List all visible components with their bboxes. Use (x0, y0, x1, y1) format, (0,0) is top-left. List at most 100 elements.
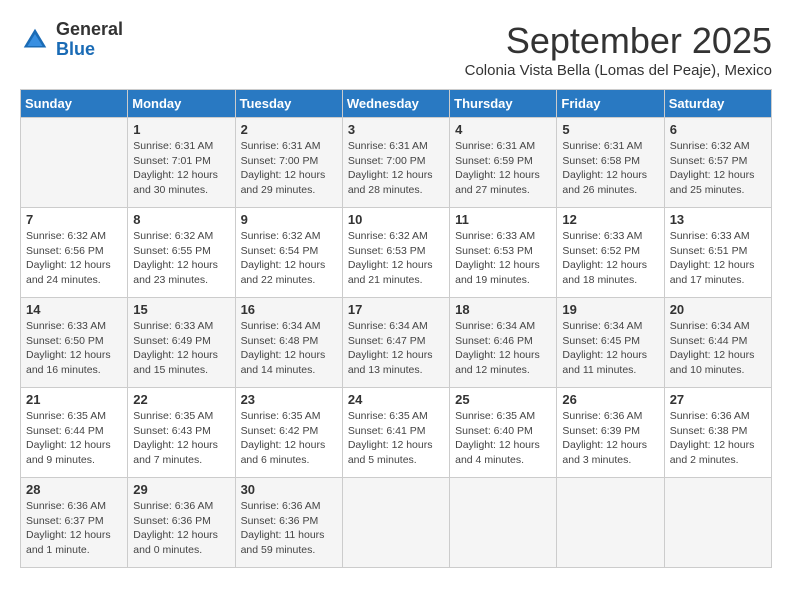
calendar-week-1: 1 Sunrise: 6:31 AM Sunset: 7:01 PM Daylig… (21, 118, 772, 208)
calendar-week-5: 28 Sunrise: 6:36 AM Sunset: 6:37 PM Dayli… (21, 478, 772, 568)
day-number: 7 (26, 212, 122, 227)
day-number: 23 (241, 392, 337, 407)
calendar-cell: 13 Sunrise: 6:33 AM Sunset: 6:51 PM Dayli… (664, 208, 771, 298)
day-info: Sunrise: 6:31 AM Sunset: 6:58 PM Dayligh… (562, 139, 658, 198)
day-info: Sunrise: 6:33 AM Sunset: 6:53 PM Dayligh… (455, 229, 551, 288)
day-info: Sunrise: 6:34 AM Sunset: 6:47 PM Dayligh… (348, 319, 444, 378)
day-number: 12 (562, 212, 658, 227)
day-info: Sunrise: 6:35 AM Sunset: 6:42 PM Dayligh… (241, 409, 337, 468)
day-info: Sunrise: 6:31 AM Sunset: 7:01 PM Dayligh… (133, 139, 229, 198)
day-info: Sunrise: 6:34 AM Sunset: 6:45 PM Dayligh… (562, 319, 658, 378)
day-number: 14 (26, 302, 122, 317)
day-info: Sunrise: 6:35 AM Sunset: 6:44 PM Dayligh… (26, 409, 122, 468)
day-info: Sunrise: 6:33 AM Sunset: 6:51 PM Dayligh… (670, 229, 766, 288)
calendar-cell: 30 Sunrise: 6:36 AM Sunset: 6:36 PM Dayli… (235, 478, 342, 568)
logo-icon (20, 25, 50, 55)
calendar-cell: 12 Sunrise: 6:33 AM Sunset: 6:52 PM Dayli… (557, 208, 664, 298)
calendar-cell: 10 Sunrise: 6:32 AM Sunset: 6:53 PM Dayli… (342, 208, 449, 298)
calendar-cell: 16 Sunrise: 6:34 AM Sunset: 6:48 PM Dayli… (235, 298, 342, 388)
calendar-cell (21, 118, 128, 208)
day-number: 19 (562, 302, 658, 317)
calendar-cell: 22 Sunrise: 6:35 AM Sunset: 6:43 PM Dayli… (128, 388, 235, 478)
day-number: 22 (133, 392, 229, 407)
logo: General Blue (20, 20, 123, 59)
day-number: 3 (348, 122, 444, 137)
day-number: 9 (241, 212, 337, 227)
day-number: 21 (26, 392, 122, 407)
day-info: Sunrise: 6:36 AM Sunset: 6:36 PM Dayligh… (133, 499, 229, 558)
day-number: 16 (241, 302, 337, 317)
calendar-cell (557, 478, 664, 568)
calendar-cell: 18 Sunrise: 6:34 AM Sunset: 6:46 PM Dayli… (450, 298, 557, 388)
day-info: Sunrise: 6:32 AM Sunset: 6:56 PM Dayligh… (26, 229, 122, 288)
calendar-cell: 25Sunrise: 6:35 AM Sunset: 6:40 PM Dayli… (450, 388, 557, 478)
day-info: Sunrise: 6:33 AM Sunset: 6:49 PM Dayligh… (133, 319, 229, 378)
header-day-saturday: Saturday (664, 90, 771, 118)
day-number: 4 (455, 122, 551, 137)
calendar-week-3: 14Sunrise: 6:33 AM Sunset: 6:50 PM Dayli… (21, 298, 772, 388)
day-number: 10 (348, 212, 444, 227)
day-info: Sunrise: 6:35 AM Sunset: 6:43 PM Dayligh… (133, 409, 229, 468)
day-number: 25 (455, 392, 551, 407)
day-number: 5 (562, 122, 658, 137)
day-number: 8 (133, 212, 229, 227)
calendar-cell: 20 Sunrise: 6:34 AM Sunset: 6:44 PM Dayli… (664, 298, 771, 388)
day-info: Sunrise: 6:36 AM Sunset: 6:37 PM Dayligh… (26, 499, 122, 558)
day-number: 18 (455, 302, 551, 317)
day-number: 27 (670, 392, 766, 407)
day-number: 13 (670, 212, 766, 227)
calendar-cell: 28 Sunrise: 6:36 AM Sunset: 6:37 PM Dayli… (21, 478, 128, 568)
day-info: Sunrise: 6:32 AM Sunset: 6:53 PM Dayligh… (348, 229, 444, 288)
calendar-cell: 9 Sunrise: 6:32 AM Sunset: 6:54 PM Daylig… (235, 208, 342, 298)
day-number: 26 (562, 392, 658, 407)
calendar-cell: 8 Sunrise: 6:32 AM Sunset: 6:55 PM Daylig… (128, 208, 235, 298)
day-number: 30 (241, 482, 337, 497)
calendar-cell (450, 478, 557, 568)
month-title: September 2025 (465, 20, 772, 62)
calendar-cell: 19 Sunrise: 6:34 AM Sunset: 6:45 PM Dayli… (557, 298, 664, 388)
calendar-week-4: 21 Sunrise: 6:35 AM Sunset: 6:44 PM Dayli… (21, 388, 772, 478)
calendar-cell: 4Sunrise: 6:31 AM Sunset: 6:59 PM Daylig… (450, 118, 557, 208)
calendar-cell: 3 Sunrise: 6:31 AM Sunset: 7:00 PM Daylig… (342, 118, 449, 208)
calendar-table: SundayMondayTuesdayWednesdayThursdayFrid… (20, 89, 772, 568)
header-day-thursday: Thursday (450, 90, 557, 118)
day-number: 29 (133, 482, 229, 497)
day-info: Sunrise: 6:36 AM Sunset: 6:38 PM Dayligh… (670, 409, 766, 468)
day-info: Sunrise: 6:31 AM Sunset: 7:00 PM Dayligh… (241, 139, 337, 198)
calendar-cell: 24Sunrise: 6:35 AM Sunset: 6:41 PM Dayli… (342, 388, 449, 478)
day-info: Sunrise: 6:31 AM Sunset: 7:00 PM Dayligh… (348, 139, 444, 198)
day-number: 11 (455, 212, 551, 227)
day-number: 1 (133, 122, 229, 137)
calendar-cell: 7 Sunrise: 6:32 AM Sunset: 6:56 PM Daylig… (21, 208, 128, 298)
day-number: 6 (670, 122, 766, 137)
calendar-cell: 17Sunrise: 6:34 AM Sunset: 6:47 PM Dayli… (342, 298, 449, 388)
header-row: SundayMondayTuesdayWednesdayThursdayFrid… (21, 90, 772, 118)
location-title: Colonia Vista Bella (Lomas del Peaje), M… (465, 62, 772, 79)
day-info: Sunrise: 6:34 AM Sunset: 6:46 PM Dayligh… (455, 319, 551, 378)
header-day-tuesday: Tuesday (235, 90, 342, 118)
day-info: Sunrise: 6:33 AM Sunset: 6:52 PM Dayligh… (562, 229, 658, 288)
calendar-cell: 29 Sunrise: 6:36 AM Sunset: 6:36 PM Dayli… (128, 478, 235, 568)
day-info: Sunrise: 6:32 AM Sunset: 6:57 PM Dayligh… (670, 139, 766, 198)
calendar-cell (342, 478, 449, 568)
calendar-cell (664, 478, 771, 568)
day-number: 24 (348, 392, 444, 407)
calendar-cell: 26 Sunrise: 6:36 AM Sunset: 6:39 PM Dayli… (557, 388, 664, 478)
calendar-cell: 5 Sunrise: 6:31 AM Sunset: 6:58 PM Daylig… (557, 118, 664, 208)
day-info: Sunrise: 6:34 AM Sunset: 6:44 PM Dayligh… (670, 319, 766, 378)
calendar-cell: 2Sunrise: 6:31 AM Sunset: 7:00 PM Daylig… (235, 118, 342, 208)
day-info: Sunrise: 6:36 AM Sunset: 6:36 PM Dayligh… (241, 499, 337, 558)
day-number: 28 (26, 482, 122, 497)
header-day-wednesday: Wednesday (342, 90, 449, 118)
day-info: Sunrise: 6:36 AM Sunset: 6:39 PM Dayligh… (562, 409, 658, 468)
calendar-cell: 1 Sunrise: 6:31 AM Sunset: 7:01 PM Daylig… (128, 118, 235, 208)
day-info: Sunrise: 6:34 AM Sunset: 6:48 PM Dayligh… (241, 319, 337, 378)
day-number: 20 (670, 302, 766, 317)
calendar-cell: 21 Sunrise: 6:35 AM Sunset: 6:44 PM Dayli… (21, 388, 128, 478)
header-day-monday: Monday (128, 90, 235, 118)
day-info: Sunrise: 6:32 AM Sunset: 6:54 PM Dayligh… (241, 229, 337, 288)
calendar-cell: 6 Sunrise: 6:32 AM Sunset: 6:57 PM Daylig… (664, 118, 771, 208)
day-info: Sunrise: 6:32 AM Sunset: 6:55 PM Dayligh… (133, 229, 229, 288)
calendar-cell: 11 Sunrise: 6:33 AM Sunset: 6:53 PM Dayli… (450, 208, 557, 298)
header-day-friday: Friday (557, 90, 664, 118)
